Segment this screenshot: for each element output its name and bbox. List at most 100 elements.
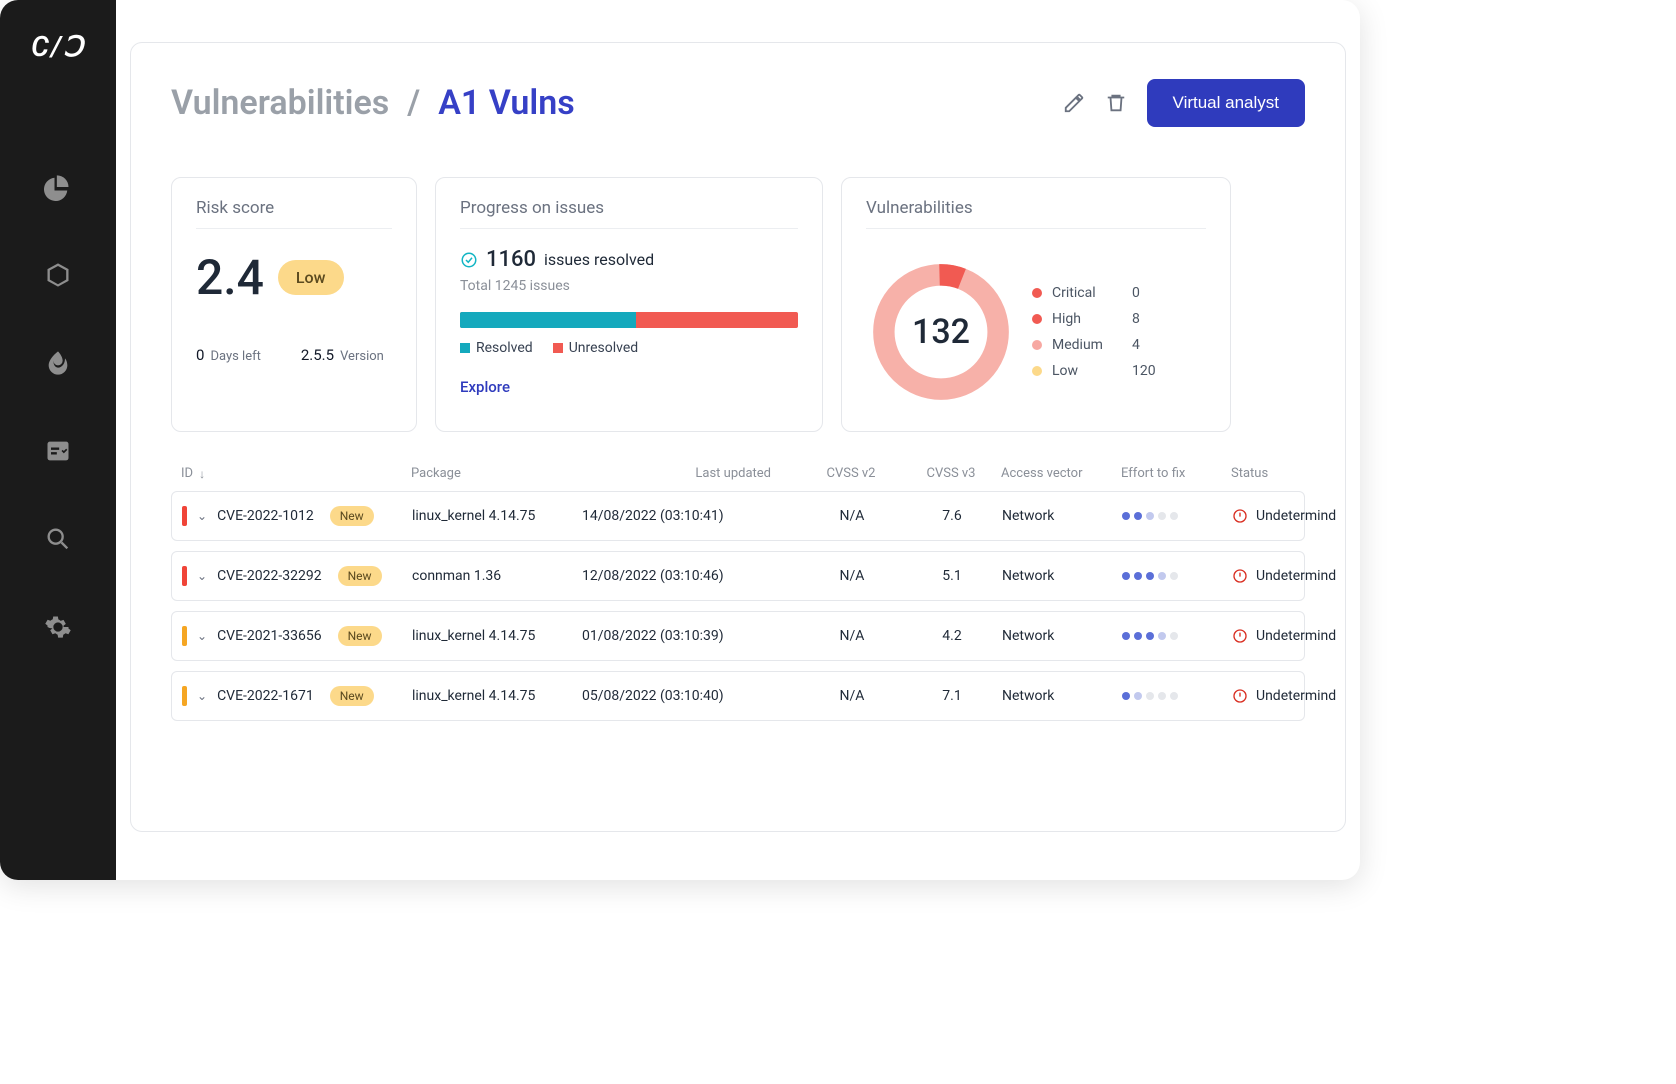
table-row[interactable]: ⌄ CVE-2022-1671 New linux_kernel 4.14.75… <box>171 671 1305 721</box>
table-row[interactable]: ⌄ CVE-2021-33656 New linux_kernel 4.14.7… <box>171 611 1305 661</box>
progress-legend: Resolved Unresolved <box>460 340 798 356</box>
cve-id: CVE-2021-33656 <box>217 628 322 644</box>
days-left: 0Days left <box>196 346 261 364</box>
new-badge: New <box>330 506 374 526</box>
col-effort[interactable]: Effort to fix <box>1121 466 1231 481</box>
nav <box>44 173 72 641</box>
card-title: Risk score <box>196 198 392 229</box>
chevron-down-icon[interactable]: ⌄ <box>197 689 207 703</box>
cell-cvss2: N/A <box>802 628 902 644</box>
virtual-analyst-button[interactable]: Virtual analyst <box>1147 79 1305 127</box>
col-last-updated[interactable]: Last updated <box>581 466 801 481</box>
cell-package: linux_kernel 4.14.75 <box>412 688 582 704</box>
cell-updated: 14/08/2022 (03:10:41) <box>582 508 802 524</box>
cve-id: CVE-2022-32292 <box>217 568 322 584</box>
chevron-down-icon[interactable]: ⌄ <box>197 569 207 583</box>
cell-cvss3: 5.1 <box>902 568 1002 584</box>
progress-bar <box>460 312 798 328</box>
trash-icon[interactable] <box>1105 92 1127 114</box>
legend-resolved: Resolved <box>460 340 533 356</box>
cell-cvss3: 7.6 <box>902 508 1002 524</box>
cell-status: Undetermind <box>1232 568 1360 584</box>
explore-link[interactable]: Explore <box>460 378 798 396</box>
cell-cvss3: 4.2 <box>902 628 1002 644</box>
cell-package: connman 1.36 <box>412 568 582 584</box>
breadcrumb: Vulnerabilities / A1 Vulns <box>171 83 575 123</box>
edit-icon[interactable] <box>1063 92 1085 114</box>
cell-effort <box>1122 692 1232 700</box>
severity-bar <box>182 506 187 526</box>
card-title: Vulnerabilities <box>866 198 1206 229</box>
check-circle-icon <box>460 251 478 269</box>
summary-cards: Risk score 2.4 Low 0Days left 2.5.5Versi… <box>171 177 1305 432</box>
breadcrumb-current: A1 Vulns <box>438 83 574 123</box>
cell-cvss2: N/A <box>802 568 902 584</box>
vulnerabilities-card: Vulnerabilities 132 Critical0 High8 <box>841 177 1231 432</box>
col-vector[interactable]: Access vector <box>1001 466 1121 481</box>
cell-status: Undetermind <box>1232 628 1360 644</box>
cell-id: ⌄ CVE-2022-32292 New <box>182 566 412 586</box>
header: Vulnerabilities / A1 Vulns Virtual analy… <box>171 79 1305 127</box>
alert-circle-icon <box>1232 568 1248 584</box>
cell-updated: 12/08/2022 (03:10:46) <box>582 568 802 584</box>
cell-cvss2: N/A <box>802 688 902 704</box>
flame-icon[interactable] <box>44 349 72 377</box>
severity-low: Low120 <box>1032 363 1206 379</box>
alert-circle-icon <box>1232 628 1248 644</box>
cell-package: linux_kernel 4.14.75 <box>412 508 582 524</box>
search-icon[interactable] <box>44 525 72 553</box>
chevron-down-icon[interactable]: ⌄ <box>197 629 207 643</box>
severity-bar <box>182 566 187 586</box>
card-title: Progress on issues <box>460 198 798 229</box>
progress-card: Progress on issues 1160 issues resolved … <box>435 177 823 432</box>
chevron-down-icon[interactable]: ⌄ <box>197 509 207 523</box>
pie-chart-icon[interactable] <box>44 173 72 201</box>
risk-score-card: Risk score 2.4 Low 0Days left 2.5.5Versi… <box>171 177 417 432</box>
new-badge: New <box>338 566 382 586</box>
new-badge: New <box>338 626 382 646</box>
severity-critical: Critical0 <box>1032 285 1206 301</box>
logo: C/Ↄ <box>31 30 85 63</box>
cell-id: ⌄ CVE-2021-33656 New <box>182 626 412 646</box>
cell-updated: 01/08/2022 (03:10:39) <box>582 628 802 644</box>
sort-arrow-icon: ↓ <box>199 467 205 481</box>
table-row[interactable]: ⌄ CVE-2022-1012 New linux_kernel 4.14.75… <box>171 491 1305 541</box>
app-window: C/Ↄ Vulner <box>0 0 1360 880</box>
severity-bar <box>182 626 187 646</box>
panel: Vulnerabilities / A1 Vulns Virtual analy… <box>130 42 1346 832</box>
cell-cvss2: N/A <box>802 508 902 524</box>
cve-id: CVE-2022-1671 <box>217 688 314 704</box>
gear-icon[interactable] <box>44 613 72 641</box>
breadcrumb-root[interactable]: Vulnerabilities <box>171 83 389 123</box>
cve-id: CVE-2022-1012 <box>217 508 314 524</box>
new-badge: New <box>330 686 374 706</box>
col-id[interactable]: ID↓ <box>181 466 411 481</box>
donut-chart: 132 <box>866 257 1016 407</box>
cell-updated: 05/08/2022 (03:10:40) <box>582 688 802 704</box>
cell-vector: Network <box>1002 628 1122 644</box>
table-header: ID↓ Package Last updated CVSS v2 CVSS v3… <box>171 466 1305 491</box>
legend-unresolved: Unresolved <box>553 340 638 356</box>
table-row[interactable]: ⌄ CVE-2022-32292 New connman 1.36 12/08/… <box>171 551 1305 601</box>
cell-effort <box>1122 512 1232 520</box>
cell-vector: Network <box>1002 508 1122 524</box>
col-cvss2[interactable]: CVSS v2 <box>801 466 901 481</box>
cell-vector: Network <box>1002 688 1122 704</box>
total-issues: Total 1245 issues <box>460 278 798 294</box>
risk-score-value: 2.4 <box>196 249 264 306</box>
breadcrumb-separator: / <box>407 83 420 123</box>
cell-cvss3: 7.1 <box>902 688 1002 704</box>
cell-package: linux_kernel 4.14.75 <box>412 628 582 644</box>
resolved-count: 1160 issues resolved <box>460 247 798 272</box>
checklist-icon[interactable] <box>44 437 72 465</box>
cell-vector: Network <box>1002 568 1122 584</box>
alert-circle-icon <box>1232 688 1248 704</box>
col-cvss3[interactable]: CVSS v3 <box>901 466 1001 481</box>
col-status[interactable]: Status <box>1231 466 1360 481</box>
package-icon[interactable] <box>44 261 72 289</box>
cell-status: Undetermind <box>1232 688 1360 704</box>
col-package[interactable]: Package <box>411 466 581 481</box>
cell-id: ⌄ CVE-2022-1012 New <box>182 506 412 526</box>
vuln-table: ID↓ Package Last updated CVSS v2 CVSS v3… <box>171 466 1305 721</box>
sidebar: C/Ↄ <box>0 0 116 880</box>
